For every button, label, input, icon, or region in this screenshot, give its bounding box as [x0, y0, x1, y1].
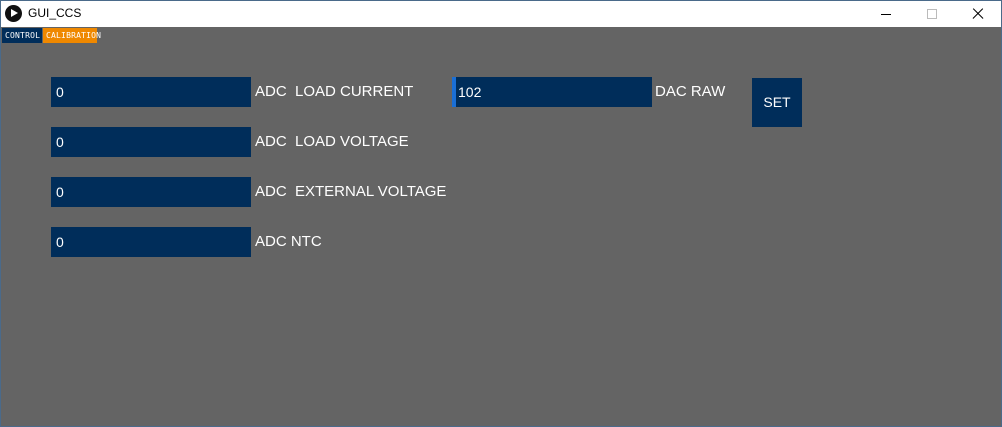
adc-external-voltage-label: ADC EXTERNAL VOLTAGE — [255, 183, 447, 200]
title-bar: GUI_CCS — [1, 1, 1001, 27]
adc-external-voltage-field[interactable]: 0 — [51, 177, 251, 207]
adc-load-voltage-label: ADC LOAD VOLTAGE — [255, 133, 409, 150]
adc-load-voltage-field[interactable]: 0 — [51, 127, 251, 157]
app-window: GUI_CCS CONTROL CALIBRATION 0 ADC LOAD C… — [0, 0, 1002, 427]
dac-raw-input[interactable]: 102 — [452, 77, 652, 107]
app-play-icon — [5, 5, 22, 22]
adc-load-current-field[interactable]: 0 — [51, 77, 251, 107]
set-button[interactable]: SET — [752, 78, 802, 127]
minimize-icon[interactable] — [863, 1, 909, 27]
maximize-icon[interactable] — [909, 1, 955, 27]
window-title: GUI_CCS — [28, 6, 82, 20]
adc-load-current-label: ADC LOAD CURRENT — [255, 83, 414, 100]
tab-control[interactable]: CONTROL — [2, 28, 42, 43]
adc-ntc-label: ADC NTC — [255, 233, 322, 250]
adc-ntc-field[interactable]: 0 — [51, 227, 251, 257]
tab-calibration[interactable]: CALIBRATION — [43, 28, 101, 43]
dac-raw-label: DAC RAW — [655, 83, 726, 100]
close-icon[interactable] — [955, 1, 1001, 27]
